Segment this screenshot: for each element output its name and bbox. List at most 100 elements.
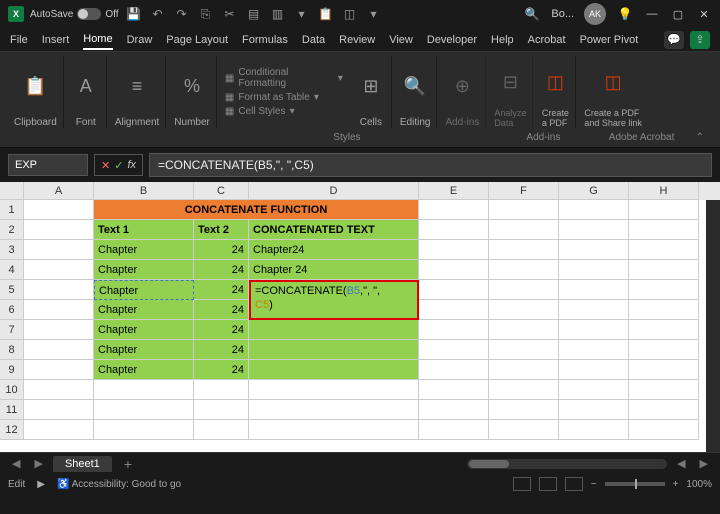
col-header[interactable]: A (24, 182, 94, 200)
tab-data[interactable]: Data (302, 31, 325, 49)
accept-formula-icon[interactable]: ✓ (114, 159, 123, 172)
zoom-slider[interactable] (605, 482, 665, 486)
tab-home[interactable]: Home (83, 30, 112, 50)
row-header[interactable]: 9 (0, 360, 24, 380)
cell[interactable]: 24 (194, 320, 249, 340)
col-header[interactable]: G (559, 182, 629, 200)
minimize-button[interactable]: — (644, 6, 660, 22)
alignment-icon[interactable]: ≡ (123, 75, 151, 99)
row-header[interactable]: 1 (0, 200, 24, 220)
add-sheet-button[interactable]: + (118, 456, 138, 472)
cell[interactable]: Chapter 24 (249, 260, 419, 280)
paste-icon[interactable]: 📋 (317, 5, 335, 23)
new-icon[interactable]: ◫ (341, 5, 359, 23)
lightbulb-icon[interactable]: 💡 (616, 5, 634, 23)
comments-button[interactable]: 💬 (664, 31, 684, 49)
page-layout-view-button[interactable] (539, 477, 557, 491)
col-header[interactable]: D (249, 182, 419, 200)
cell[interactable] (249, 360, 419, 380)
row-header[interactable]: 2 (0, 220, 24, 240)
cut-icon[interactable]: ✂ (221, 5, 239, 23)
search-icon[interactable]: 🔍 (523, 5, 541, 23)
number-icon[interactable]: % (178, 75, 206, 99)
col-header[interactable]: C (194, 182, 249, 200)
more-icon[interactable]: ▾ (365, 5, 383, 23)
cells-icon[interactable]: ⊞ (357, 75, 385, 99)
cell-referenced[interactable]: Chapter (94, 280, 194, 300)
scroll-left-icon[interactable]: ◀ (673, 457, 689, 470)
close-button[interactable]: ✕ (696, 6, 712, 22)
cell[interactable]: Chapter (94, 320, 194, 340)
tab-view[interactable]: View (389, 31, 413, 49)
title-cell[interactable]: CONCATENATE FUNCTION (94, 200, 419, 220)
tab-file[interactable]: File (10, 31, 28, 49)
cell[interactable]: 24 (194, 360, 249, 380)
cell[interactable] (249, 340, 419, 360)
tab-formulas[interactable]: Formulas (242, 31, 288, 49)
sort-asc-icon[interactable]: ▤ (245, 5, 263, 23)
sheet-next-icon[interactable]: ▶ (30, 457, 46, 470)
fx-icon[interactable]: fx (127, 159, 136, 171)
conditional-formatting-button[interactable]: ▦ Conditional Formatting ▾ (225, 66, 343, 90)
save-icon[interactable]: 💾 (125, 5, 143, 23)
tab-insert[interactable]: Insert (42, 31, 70, 49)
tab-pagelayout[interactable]: Page Layout (166, 31, 228, 49)
cell-editing[interactable]: =CONCATENATE(B5,", ",C5) (249, 280, 419, 320)
cell[interactable]: Chapter (94, 260, 194, 280)
col-header[interactable]: H (629, 182, 699, 200)
autosave-toggle[interactable]: AutoSave Off (30, 8, 119, 20)
cell[interactable]: Chapter (94, 340, 194, 360)
row-header[interactable]: 11 (0, 400, 24, 420)
tab-help[interactable]: Help (491, 31, 514, 49)
row-header[interactable]: 7 (0, 320, 24, 340)
cell[interactable]: 24 (194, 300, 249, 320)
name-box[interactable]: EXP (8, 154, 88, 176)
redo-icon[interactable]: ↷ (173, 5, 191, 23)
cell[interactable]: 24 (194, 240, 249, 260)
row-header[interactable]: 5 (0, 280, 24, 300)
horizontal-scrollbar[interactable] (467, 459, 667, 469)
formula-bar[interactable]: =CONCATENATE(B5,", ",C5) (149, 153, 712, 177)
format-as-table-button[interactable]: ▦ Format as Table ▾ (225, 91, 343, 104)
col-header[interactable]: F (489, 182, 559, 200)
zoom-out-button[interactable]: − (591, 479, 597, 490)
share-pdf-icon[interactable]: ◫ (599, 70, 627, 94)
cell[interactable]: 24 (194, 340, 249, 360)
select-all-corner[interactable] (0, 182, 24, 200)
row-header[interactable]: 12 (0, 420, 24, 440)
cell[interactable]: Chapter (94, 360, 194, 380)
maximize-button[interactable]: ▢ (670, 6, 686, 22)
header-cell[interactable]: Text 2 (194, 220, 249, 240)
cell-styles-button[interactable]: ▦ Cell Styles ▾ (225, 105, 343, 118)
undo-icon[interactable]: ↶ (149, 5, 167, 23)
avatar[interactable]: AK (584, 3, 606, 25)
row-header[interactable]: 10 (0, 380, 24, 400)
zoom-in-button[interactable]: + (673, 479, 679, 490)
tab-acrobat[interactable]: Acrobat (528, 31, 566, 49)
sheet-prev-icon[interactable]: ◀ (8, 457, 24, 470)
share-button[interactable]: ⇪ (690, 31, 710, 49)
cells-area[interactable]: CONCATENATE FUNCTION Text 1 Text 2 CONCA… (24, 200, 720, 452)
clipboard-icon[interactable]: 📋 (21, 75, 49, 99)
copy-icon[interactable]: ⎘ (197, 5, 215, 23)
cell[interactable]: Chapter (94, 300, 194, 320)
tab-review[interactable]: Review (339, 31, 375, 49)
cancel-formula-icon[interactable]: ✕ (101, 159, 110, 172)
row-header[interactable]: 8 (0, 340, 24, 360)
sort-desc-icon[interactable]: ▥ (269, 5, 287, 23)
col-header[interactable]: E (419, 182, 489, 200)
cell[interactable] (24, 200, 94, 220)
zoom-level[interactable]: 100% (686, 479, 712, 490)
toggle-icon[interactable] (77, 8, 101, 20)
page-break-view-button[interactable] (565, 477, 583, 491)
tab-draw[interactable]: Draw (127, 31, 153, 49)
vertical-scrollbar[interactable] (706, 200, 720, 452)
sheet-tab[interactable]: Sheet1 (53, 456, 112, 472)
row-header[interactable]: 4 (0, 260, 24, 280)
font-icon[interactable]: A (72, 75, 100, 99)
tab-developer[interactable]: Developer (427, 31, 477, 49)
tab-powerpivot[interactable]: Power Pivot (580, 31, 639, 49)
col-header[interactable]: B (94, 182, 194, 200)
scroll-right-icon[interactable]: ▶ (696, 457, 712, 470)
normal-view-button[interactable] (513, 477, 531, 491)
